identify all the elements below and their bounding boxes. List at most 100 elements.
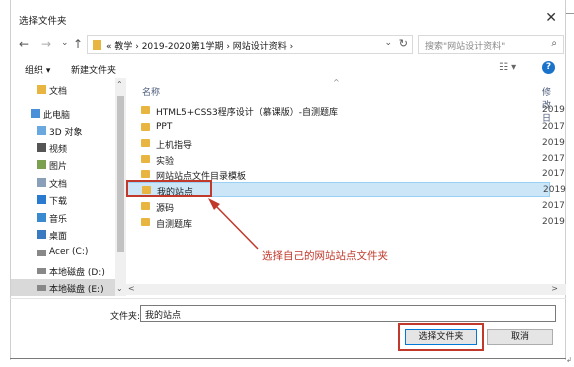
recent-locations-icon[interactable]: ⌄ [61,38,69,48]
list-item[interactable]: 源码 2017 [126,199,565,214]
sort-ascending-icon: ^ [333,78,340,87]
file-date: 2017 [542,154,565,164]
search-placeholder: 搜索"网站设计资料" [425,42,506,52]
sidebar-item-music[interactable]: 音乐 [11,209,124,226]
annotation-highlight-box [126,180,212,197]
drive-icon [37,250,46,256]
file-name: 源码 [156,204,175,214]
sidebar-item-drive-e[interactable]: 本地磁盘 (E:) [11,279,124,296]
sidebar-item-label: 此电脑 [43,111,71,121]
new-folder-button[interactable]: 新建文件夹 [71,63,116,76]
view-options-icon[interactable]: ☷ ▾ [499,62,516,73]
drive-icon [37,285,46,291]
organize-menu-button[interactable]: 组织 ▾ [25,63,50,76]
cancel-button[interactable]: 取消 [487,329,553,345]
sidebar-item-desktop[interactable]: 桌面 [11,226,124,243]
sidebar-item-drive-d[interactable]: 本地磁盘 (D:) [11,262,124,279]
folder-name-label: 文件夹: [110,312,141,322]
scroll-left-icon[interactable]: < [128,284,135,293]
sidebar-item-pictures[interactable]: 图片 [11,156,124,173]
sidebar-item-this-pc[interactable]: 此电脑 [11,105,124,122]
sidebar-item-label: 视频 [49,145,68,155]
file-name: HTML5+CSS3程序设计（慕课版）-自测题库 [156,108,338,118]
file-name: 自测题库 [156,220,193,230]
back-arrow-icon[interactable]: ← [19,37,29,51]
folder-name-value: 我的站点 [145,311,182,321]
documents-icon [37,85,46,94]
file-date: 2019 [542,217,565,227]
forward-arrow-icon[interactable]: → [41,37,51,51]
sidebar-item-label: Acer (C:) [49,247,89,257]
horizontal-scrollbar[interactable]: < > [126,284,566,295]
computer-icon [31,109,40,118]
sidebar-item-downloads[interactable]: 下载 [11,191,124,208]
search-icon[interactable]: ⌕ [551,38,557,49]
sidebar-item-drive-c[interactable]: Acer (C:) [11,244,124,261]
sidebar-item-label: 桌面 [49,232,68,242]
toolbar: 组织 ▾ 新建文件夹 ☷ ▾ ? [11,58,565,78]
sidebar-item-documents-2[interactable]: 文档 [11,174,124,191]
folder-icon [141,202,150,210]
window-title: 选择文件夹 [19,16,67,27]
paragraph-mark-icon: ↲ [566,356,572,364]
downloads-icon [37,195,46,204]
folder-icon [141,155,150,163]
folder-icon [141,123,150,131]
divider [10,298,566,299]
3d-objects-icon [37,126,46,135]
list-item[interactable]: PPT 2017 [126,120,565,135]
file-list: ^ 名称 修改日 HTML5+CSS3程序设计（慕课版）-自测题库 2019 P… [118,78,566,296]
pictures-icon [37,160,46,169]
file-name: 上机指导 [156,141,193,151]
sidebar-item-label: 本地磁盘 (E:) [49,285,104,295]
sidebar-item-label: 下载 [49,197,68,207]
breadcrumb[interactable]: « 教学 › 2019-2020第1学期 › 网站设计资料 › [106,39,293,52]
drive-icon [37,268,46,274]
list-item[interactable]: 实验 2017 [126,152,565,167]
file-date: 2017 [542,122,565,132]
folder-icon [141,139,150,147]
title-bar: 选择文件夹 ✕ [11,0,565,34]
file-name: PPT [156,122,173,132]
sidebar-item-label: 文档 [49,87,68,97]
close-icon[interactable]: ✕ [545,10,557,26]
list-item[interactable]: HTML5+CSS3程序设计（慕课版）-自测题库 2019 [126,103,565,118]
address-bar[interactable]: « 教学 › 2019-2020第1学期 › 网站设计资料 › ⌄ ↻ [87,35,413,54]
folder-icon [141,218,150,226]
sidebar-item-label: 文档 [49,180,68,190]
sidebar-item-label: 本地磁盘 (D:) [49,268,105,278]
list-item[interactable]: 自测题库 2019 [126,215,565,230]
column-header-name[interactable]: 名称 [142,85,160,98]
scroll-right-icon[interactable]: > [551,284,558,293]
file-name: 实验 [156,157,175,167]
folder-icon [141,170,150,178]
sidebar-item-videos[interactable]: 视频 [11,139,124,156]
sidebar-item-label: 音乐 [49,215,68,225]
annotation-text: 选择自己的网站站点文件夹 [262,250,388,262]
up-arrow-icon[interactable]: ↑ [73,37,83,51]
navigation-bar: ← → ⌄ ↑ « 教学 › 2019-2020第1学期 › 网站设计资料 › … [11,34,565,56]
select-folder-button[interactable]: 选择文件夹 [405,329,477,345]
file-date: 2017 [542,201,565,211]
video-icon [37,143,46,152]
search-input[interactable]: 搜索"网站设计资料" ⌕ [418,35,564,54]
help-icon[interactable]: ? [542,61,555,74]
music-icon [37,213,46,222]
documents-icon [37,178,46,187]
window-bottom-edge [10,358,566,359]
folder-icon [141,106,150,114]
file-date: 2019 [542,138,565,148]
navigation-pane: 文档 此电脑 3D 对象 视频 图片 文档 下载 音乐 桌面 Acer (C:)… [11,78,126,296]
file-date: 2019 [542,105,565,115]
sidebar-item-3d-objects[interactable]: 3D 对象 [11,122,124,139]
folder-name-field[interactable]: 我的站点 [140,305,556,322]
file-date: 2017 [542,169,565,179]
chevron-down-icon[interactable]: ⌄ [384,38,392,48]
folder-icon [93,40,101,50]
list-item[interactable]: 上机指导 2019 [126,136,565,151]
desktop-icon [37,230,46,239]
refresh-icon[interactable]: ↻ [399,37,408,50]
sidebar-item-label: 图片 [49,162,68,172]
sidebar-item-label: 3D 对象 [49,128,83,138]
sidebar-item-documents[interactable]: 文档 [11,81,124,98]
